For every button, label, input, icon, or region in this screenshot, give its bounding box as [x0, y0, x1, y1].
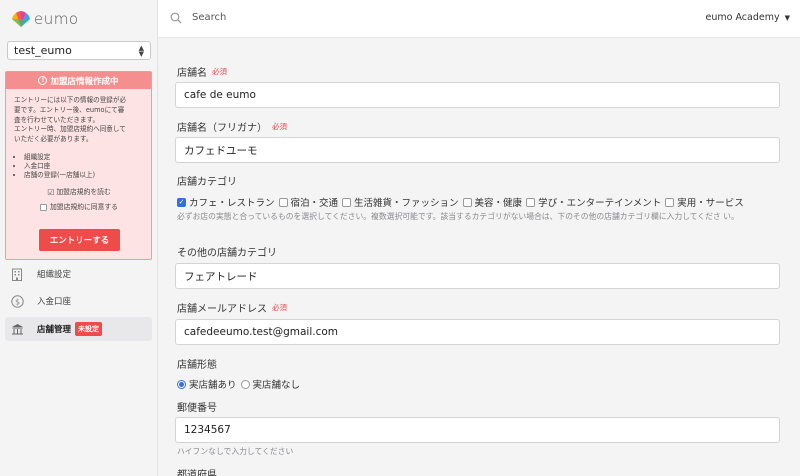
store-name-label: 店舗名 必須: [177, 64, 227, 79]
sidebar-item-store-management[interactable]: 店舗管理 未設定: [5, 317, 152, 341]
status-badge: 未設定: [75, 322, 103, 336]
field-label: 郵便番号: [177, 403, 217, 414]
other-category-input[interactable]: フェアトレード: [175, 263, 780, 289]
field-label: 店舗メールアドレス: [177, 304, 267, 315]
checkbox[interactable]: [462, 197, 472, 207]
eumo-logo-icon: [12, 11, 30, 27]
eumo-logo[interactable]: eumo: [10, 9, 79, 29]
option-label: カフェ・レストラン: [189, 198, 275, 209]
checkbox[interactable]: [342, 197, 352, 207]
requirement-item: 組織設定: [24, 153, 144, 162]
notice-text-line: 要です。エントリー後、eumoにて審: [14, 105, 125, 114]
option-label: 学び・エンターテインメント: [538, 198, 662, 209]
notice-text-line: いただく必要があります。: [14, 135, 93, 144]
other-category-label: その他の店舗カテゴリ: [177, 244, 277, 259]
caret-down-icon: ▼: [784, 13, 790, 22]
option-label: 実店舗なし: [252, 380, 301, 391]
category-label: 店舗カテゴリ: [177, 173, 237, 188]
search-icon: [170, 12, 182, 24]
requirements-list: 組織設定 入金口座 店舗の登録(一店舗以上): [24, 153, 144, 180]
store-name-kana-input[interactable]: カフェドユーモ: [175, 137, 780, 163]
sidebar-item-organization[interactable]: 組織設定: [5, 262, 152, 286]
sidebar: eumo test_eumo ▲ ▼ ! 加盟店情報作成中 エントリーには以下の情…: [0, 0, 158, 476]
notice-text-line: エントリー時、加盟店規約へ同意して: [14, 125, 126, 134]
notice-text-line: 査を行わせていただきます。: [14, 115, 100, 124]
category-option-lodging[interactable]: 宿泊・交通: [278, 195, 339, 209]
entry-button[interactable]: エントリーする: [39, 229, 120, 251]
category-hint: 必ずお店の実態と合っているものを選択してください。複数選択可能です。該当するカテ…: [177, 212, 739, 221]
checkbox[interactable]: [526, 197, 536, 207]
field-label: 店舗カテゴリ: [177, 177, 237, 188]
select-arrows-icon: ▲ ▼: [138, 43, 144, 58]
dollar-circle-icon: $: [10, 294, 24, 308]
notice-body: エントリーには以下の情報の登録が必 要です。エントリー後、eumoにて審 査を行…: [6, 89, 151, 213]
email-input[interactable]: cafedeeumo.test@gmail.com: [175, 319, 780, 345]
top-bar: Search eumo Academy ▼: [158, 0, 800, 38]
option-label: 実用・サービス: [677, 198, 744, 209]
store-icon: [10, 322, 24, 336]
store-name-kana-label: 店舗名（フリガナ） 必須: [177, 119, 287, 134]
agree-terms-checkbox[interactable]: [40, 204, 48, 212]
account-select[interactable]: test_eumo ▲ ▼: [7, 41, 151, 60]
notice-text-line: エントリーには以下の情報の登録が必: [14, 96, 127, 104]
agree-terms-row[interactable]: 加盟店規約に同意する: [14, 203, 144, 213]
sidebar-item-bank-account[interactable]: $ 入金口座: [5, 289, 152, 313]
field-label: その他の店舗カテゴリ: [177, 248, 277, 259]
option-label: 美容・健康: [474, 198, 523, 209]
category-option-goods[interactable]: 生活雑貨・ファッション: [342, 195, 459, 209]
category-option-cafe[interactable]: ✓ カフェ・レストラン: [177, 195, 275, 209]
required-badge: 必須: [272, 122, 287, 131]
option-label: 実店舗あり: [189, 380, 237, 391]
radio-selected[interactable]: [177, 379, 186, 389]
category-option-beauty[interactable]: 美容・健康: [462, 195, 523, 209]
requirement-item: 店舗の登録(一店舗以上): [24, 171, 144, 180]
notice-header: ! 加盟店情報作成中: [6, 72, 151, 89]
store-type-label: 店舗形態: [177, 356, 217, 371]
agree-terms-label: 加盟店規約に同意する: [50, 202, 118, 211]
store-form: 店舗名 必須 cafe de eumo 店舗名（フリガナ） 必須 カフェドユーモ…: [158, 38, 800, 476]
required-badge: 必須: [212, 67, 227, 76]
checkbox[interactable]: [665, 197, 675, 207]
document-icon: ☑: [47, 187, 55, 197]
store-type-radio-group: 実店舗あり 実店舗なし: [177, 377, 304, 391]
field-label: 店舗名: [177, 68, 207, 79]
sidebar-item-label: 組織設定: [37, 270, 72, 280]
required-badge: 必須: [272, 303, 287, 312]
store-type-online[interactable]: 実店舗なし: [240, 377, 301, 391]
info-icon: !: [38, 76, 48, 85]
email-label: 店舗メールアドレス 必須: [177, 300, 287, 315]
requirement-item: 入金口座: [24, 162, 144, 171]
user-menu[interactable]: eumo Academy ▼: [706, 12, 790, 23]
category-option-learning[interactable]: 学び・エンターテインメント: [526, 195, 661, 209]
prefecture-label: 都道府県: [177, 466, 217, 476]
search-input[interactable]: Search: [192, 12, 226, 23]
option-label: 宿泊・交通: [290, 198, 339, 209]
option-label: 生活雑貨・ファッション: [354, 198, 459, 209]
checkbox-checked[interactable]: ✓: [177, 197, 186, 207]
read-terms-link[interactable]: ☑ 加盟店規約を読む: [14, 188, 144, 198]
field-label: 店舗形態: [177, 360, 217, 371]
radio[interactable]: [240, 379, 250, 389]
user-menu-label: eumo Academy: [705, 12, 780, 23]
field-label: 都道府県: [177, 470, 217, 476]
postal-code-input[interactable]: 1234567: [175, 417, 780, 443]
svg-text:$: $: [14, 297, 19, 306]
sidebar-item-label: 入金口座: [37, 297, 72, 307]
field-label: 店舗名（フリガナ）: [177, 123, 267, 134]
account-select-value: test_eumo: [14, 44, 72, 57]
category-checkbox-group: ✓ カフェ・レストラン 宿泊・交通 生活雑貨・ファッション 美容・健康 学び・エン…: [177, 195, 748, 209]
postal-code-label: 郵便番号: [177, 399, 217, 414]
read-terms-label: 加盟店規約を読む: [56, 187, 111, 196]
logo-text: eumo: [34, 10, 79, 28]
store-type-physical[interactable]: 実店舗あり: [177, 377, 237, 391]
category-option-service[interactable]: 実用・サービス: [665, 195, 744, 209]
notice-title: 加盟店情報作成中: [50, 76, 119, 87]
store-name-input[interactable]: cafe de eumo: [175, 82, 780, 108]
postal-code-hint: ハイフンなしで入力してください: [177, 447, 294, 456]
sidebar-item-label: 店舗管理: [37, 325, 72, 335]
entry-notice: ! 加盟店情報作成中 エントリーには以下の情報の登録が必 要です。エントリー後、…: [5, 71, 152, 260]
building-icon: [10, 267, 24, 281]
checkbox[interactable]: [278, 197, 288, 207]
